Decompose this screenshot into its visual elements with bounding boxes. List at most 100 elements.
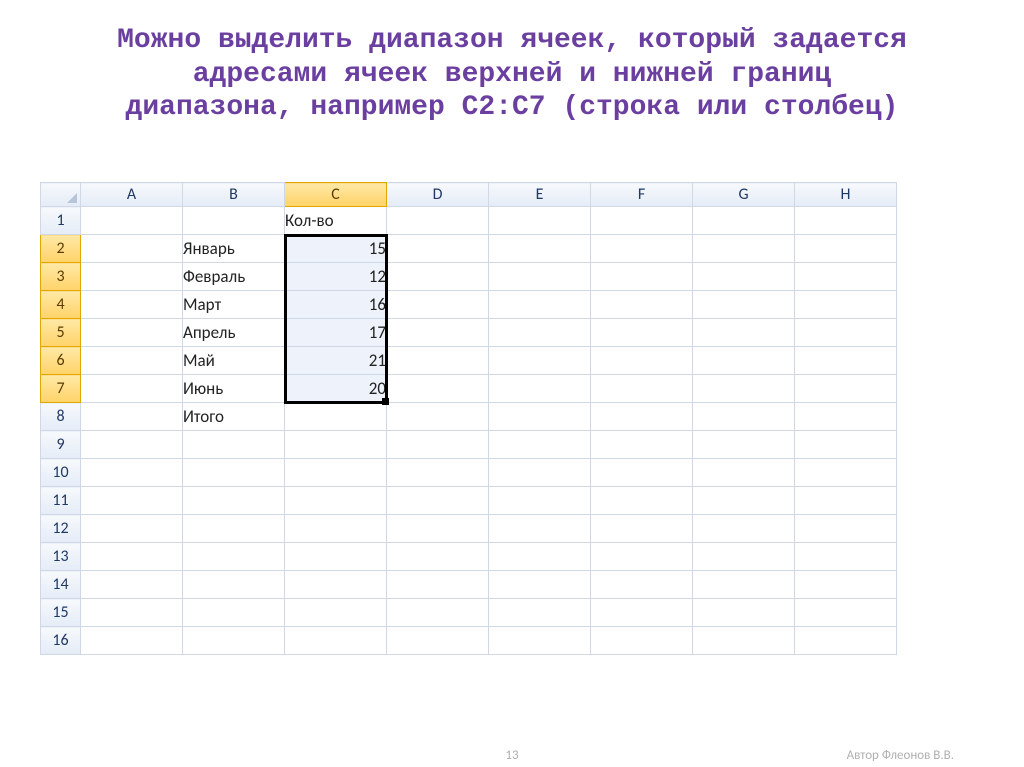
row-header-6[interactable]: 6 xyxy=(41,347,81,375)
cell-H1[interactable] xyxy=(795,207,897,235)
cell-B12[interactable] xyxy=(183,515,285,543)
cell-G5[interactable] xyxy=(693,319,795,347)
cell-C5[interactable]: 17 xyxy=(285,319,387,347)
cell-A6[interactable] xyxy=(81,347,183,375)
column-header-D[interactable]: D xyxy=(387,183,489,207)
cell-F3[interactable] xyxy=(591,263,693,291)
cell-B1[interactable] xyxy=(183,207,285,235)
cell-E14[interactable] xyxy=(489,571,591,599)
row-header-4[interactable]: 4 xyxy=(41,291,81,319)
cell-B8[interactable]: Итого xyxy=(183,403,285,431)
cell-F16[interactable] xyxy=(591,627,693,655)
cell-B7[interactable]: Июнь xyxy=(183,375,285,403)
cell-G13[interactable] xyxy=(693,543,795,571)
row-header-14[interactable]: 14 xyxy=(41,571,81,599)
cell-G9[interactable] xyxy=(693,431,795,459)
cell-F6[interactable] xyxy=(591,347,693,375)
cell-E12[interactable] xyxy=(489,515,591,543)
cell-F7[interactable] xyxy=(591,375,693,403)
cell-D11[interactable] xyxy=(387,487,489,515)
cell-A11[interactable] xyxy=(81,487,183,515)
cell-G4[interactable] xyxy=(693,291,795,319)
column-header-G[interactable]: G xyxy=(693,183,795,207)
cell-C14[interactable] xyxy=(285,571,387,599)
column-header-B[interactable]: B xyxy=(183,183,285,207)
cell-H14[interactable] xyxy=(795,571,897,599)
cell-H13[interactable] xyxy=(795,543,897,571)
cell-C13[interactable] xyxy=(285,543,387,571)
cell-A13[interactable] xyxy=(81,543,183,571)
cell-H4[interactable] xyxy=(795,291,897,319)
cell-A8[interactable] xyxy=(81,403,183,431)
cell-C15[interactable] xyxy=(285,599,387,627)
cell-E5[interactable] xyxy=(489,319,591,347)
cell-E4[interactable] xyxy=(489,291,591,319)
cell-D4[interactable] xyxy=(387,291,489,319)
cell-D6[interactable] xyxy=(387,347,489,375)
row-header-3[interactable]: 3 xyxy=(41,263,81,291)
cell-H11[interactable] xyxy=(795,487,897,515)
cell-D2[interactable] xyxy=(387,235,489,263)
cell-H3[interactable] xyxy=(795,263,897,291)
cell-H15[interactable] xyxy=(795,599,897,627)
cell-C6[interactable]: 21 xyxy=(285,347,387,375)
cell-A3[interactable] xyxy=(81,263,183,291)
cell-H10[interactable] xyxy=(795,459,897,487)
cell-C9[interactable] xyxy=(285,431,387,459)
cell-B14[interactable] xyxy=(183,571,285,599)
cell-B15[interactable] xyxy=(183,599,285,627)
cell-E15[interactable] xyxy=(489,599,591,627)
cell-D12[interactable] xyxy=(387,515,489,543)
cell-E10[interactable] xyxy=(489,459,591,487)
cell-B4[interactable]: Март xyxy=(183,291,285,319)
cell-F15[interactable] xyxy=(591,599,693,627)
row-header-5[interactable]: 5 xyxy=(41,319,81,347)
cell-H8[interactable] xyxy=(795,403,897,431)
cell-H6[interactable] xyxy=(795,347,897,375)
cell-F1[interactable] xyxy=(591,207,693,235)
cell-G14[interactable] xyxy=(693,571,795,599)
column-header-H[interactable]: H xyxy=(795,183,897,207)
cell-G1[interactable] xyxy=(693,207,795,235)
column-header-F[interactable]: F xyxy=(591,183,693,207)
cell-F13[interactable] xyxy=(591,543,693,571)
cell-A7[interactable] xyxy=(81,375,183,403)
cell-H2[interactable] xyxy=(795,235,897,263)
cell-D14[interactable] xyxy=(387,571,489,599)
cell-G10[interactable] xyxy=(693,459,795,487)
cell-D1[interactable] xyxy=(387,207,489,235)
cell-C12[interactable] xyxy=(285,515,387,543)
cell-G11[interactable] xyxy=(693,487,795,515)
cell-D8[interactable] xyxy=(387,403,489,431)
cell-F4[interactable] xyxy=(591,291,693,319)
cell-C3[interactable]: 12 xyxy=(285,263,387,291)
cell-C16[interactable] xyxy=(285,627,387,655)
cell-B10[interactable] xyxy=(183,459,285,487)
column-header-E[interactable]: E xyxy=(489,183,591,207)
cell-C1[interactable]: Кол-во xyxy=(285,207,387,235)
cell-E11[interactable] xyxy=(489,487,591,515)
cell-A16[interactable] xyxy=(81,627,183,655)
cell-C2[interactable]: 15 xyxy=(285,235,387,263)
cell-F12[interactable] xyxy=(591,515,693,543)
cell-B6[interactable]: Май xyxy=(183,347,285,375)
column-header-A[interactable]: A xyxy=(81,183,183,207)
cell-A12[interactable] xyxy=(81,515,183,543)
row-header-1[interactable]: 1 xyxy=(41,207,81,235)
cell-F5[interactable] xyxy=(591,319,693,347)
cell-A10[interactable] xyxy=(81,459,183,487)
cell-F10[interactable] xyxy=(591,459,693,487)
cell-H5[interactable] xyxy=(795,319,897,347)
row-header-2[interactable]: 2 xyxy=(41,235,81,263)
cell-H9[interactable] xyxy=(795,431,897,459)
cell-E3[interactable] xyxy=(489,263,591,291)
cell-C11[interactable] xyxy=(285,487,387,515)
cell-B11[interactable] xyxy=(183,487,285,515)
cell-C7[interactable]: 20 xyxy=(285,375,387,403)
cell-E8[interactable] xyxy=(489,403,591,431)
cell-D3[interactable] xyxy=(387,263,489,291)
cell-F11[interactable] xyxy=(591,487,693,515)
cell-B3[interactable]: Февраль xyxy=(183,263,285,291)
row-header-13[interactable]: 13 xyxy=(41,543,81,571)
cell-A15[interactable] xyxy=(81,599,183,627)
